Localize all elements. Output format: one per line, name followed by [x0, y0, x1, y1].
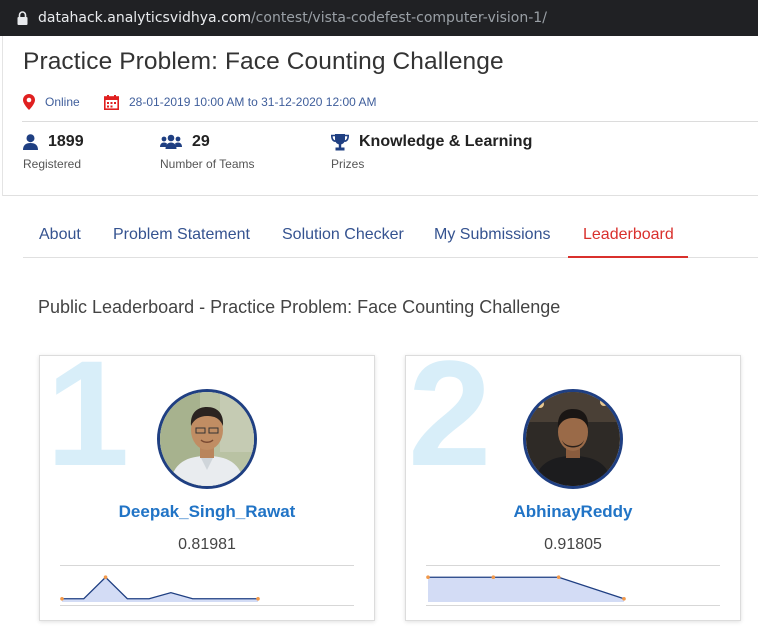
prizes-label: Prizes — [331, 157, 365, 171]
tab-leaderboard[interactable]: Leaderboard — [583, 226, 674, 244]
divider — [22, 121, 758, 122]
sparkline-point — [256, 596, 260, 601]
trophy-icon — [331, 133, 349, 150]
tab-about[interactable]: About — [39, 226, 81, 244]
active-tab-indicator — [568, 256, 688, 258]
sparkline-point — [60, 596, 64, 601]
sparkline-point — [103, 575, 108, 580]
score-sparkline — [426, 575, 626, 602]
user-icon — [23, 134, 38, 150]
browser-url-bar[interactable]: datahack.analyticsvidhya.com/contest/vis… — [0, 0, 758, 36]
registered-count: 1899 — [48, 133, 84, 150]
calendar-icon — [104, 94, 119, 110]
sparkline-top-rule — [60, 565, 354, 566]
tab-solution-checker[interactable]: Solution Checker — [282, 226, 404, 244]
contest-location: Online — [23, 93, 80, 111]
score-sparkline — [60, 575, 260, 602]
teams-count: 29 — [192, 133, 210, 150]
sparkline-point — [426, 575, 430, 580]
username-link[interactable]: Deepak_Singh_Rawat — [40, 502, 374, 522]
registered-label: Registered — [23, 157, 82, 171]
score-value: 0.81981 — [178, 536, 236, 553]
team-icon — [160, 134, 182, 149]
url-path: /contest/vista-codefest-computer-vision-… — [250, 10, 547, 26]
sparkline-bottom-rule — [60, 605, 354, 606]
sparkline-point — [491, 575, 496, 580]
avatar[interactable] — [157, 389, 257, 489]
tab-problem-statement[interactable]: Problem Statement — [113, 226, 250, 244]
contest-dates: 28-01-2019 10:00 AM to 31-12-2020 12:00 … — [104, 93, 377, 111]
url-host: datahack.analyticsvidhya.com — [38, 10, 251, 26]
username-link[interactable]: AbhinayReddy — [406, 502, 740, 522]
sparkline-point — [622, 596, 626, 601]
stat-teams: 29 Number of Teams — [160, 132, 254, 171]
stat-prizes: Knowledge & Learning Prizes — [331, 132, 532, 171]
leaderboard-card: 1 Deepak_Singh_Rawat 0.81981 — [39, 355, 375, 621]
stat-registered: 1899 Registered — [23, 132, 84, 171]
page-title: Practice Problem: Face Counting Challeng… — [23, 48, 504, 75]
rank-number: 1 — [46, 355, 130, 497]
tab-my-submissions[interactable]: My Submissions — [434, 226, 550, 244]
panel-border — [2, 36, 3, 196]
section-divider — [3, 195, 758, 196]
leaderboard-heading: Public Leaderboard - Practice Problem: F… — [38, 297, 561, 317]
prize-value: Knowledge & Learning — [359, 133, 533, 150]
location-pin-icon — [23, 94, 35, 110]
sparkline-top-rule — [426, 565, 720, 566]
teams-label: Number of Teams — [160, 157, 255, 171]
leaderboard-card: 2 AbhinayReddy 0.91805 — [405, 355, 741, 621]
location-text: Online — [45, 95, 80, 109]
avatar[interactable] — [523, 389, 623, 489]
score-value: 0.91805 — [544, 536, 602, 553]
dates-text: 28-01-2019 10:00 AM to 31-12-2020 12:00 … — [129, 95, 377, 109]
rank-number: 2 — [408, 355, 492, 497]
contest-tabs: About Problem Statement Solution Checker… — [23, 218, 758, 258]
sparkline-bottom-rule — [426, 605, 720, 606]
lock-icon — [17, 11, 28, 25]
sparkline-point — [556, 575, 561, 580]
